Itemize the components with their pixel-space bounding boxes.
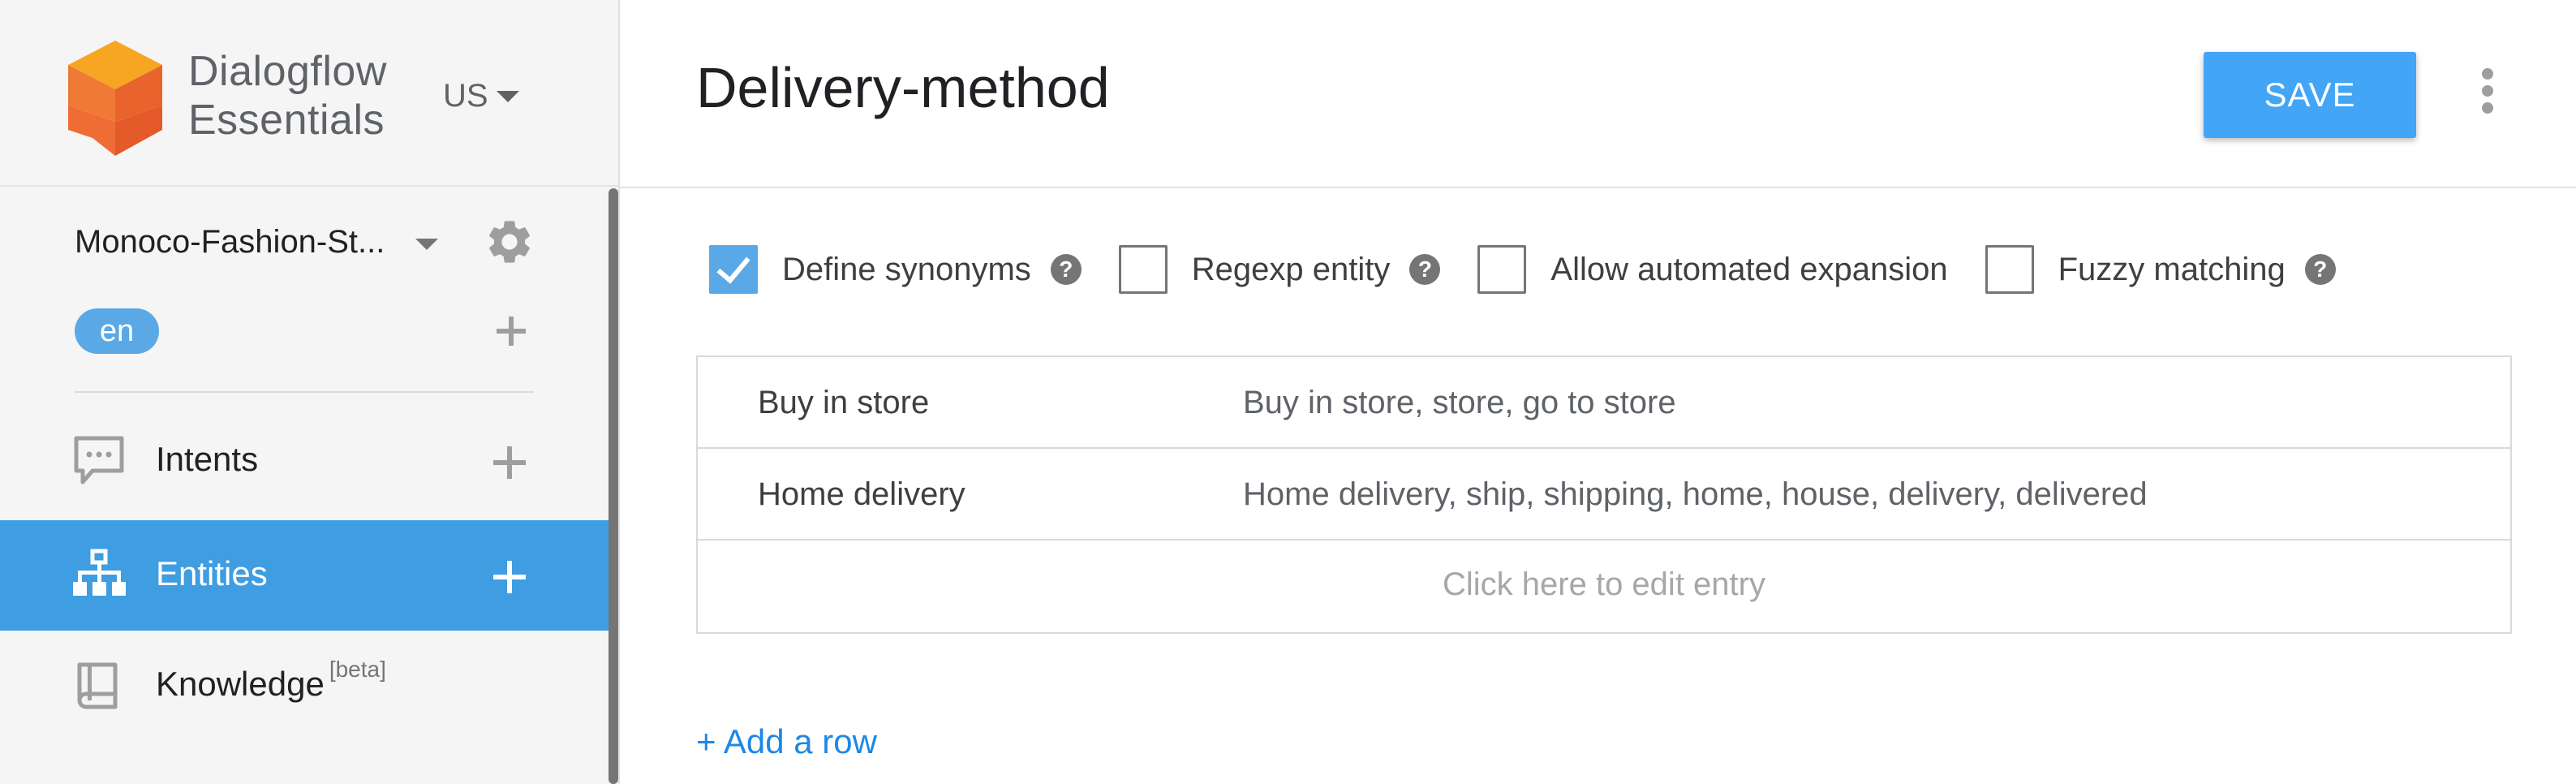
table-row[interactable]: Home delivery Home delivery, ship, shipp…: [698, 449, 2510, 541]
sidebar-item-knowledge[interactable]: Knowledge [beta]: [0, 631, 609, 741]
option-label: Fuzzy matching: [2058, 251, 2286, 287]
help-icon[interactable]: ?: [1409, 254, 1441, 285]
option-label: Allow automated expansion: [1550, 251, 1948, 287]
save-button[interactable]: SAVE: [2204, 52, 2416, 138]
reference-value[interactable]: Buy in store: [758, 357, 929, 449]
table-row[interactable]: Buy in store Buy in store, store, go to …: [698, 357, 2510, 449]
entity-options: Define synonyms ? Regexp entity ? Allow …: [709, 243, 2373, 295]
synonyms-value[interactable]: Buy in store, store, go to store: [1243, 357, 1676, 449]
sidebar-item-intents[interactable]: Intents: [0, 406, 609, 516]
chat-bubble-icon: [74, 436, 124, 485]
reference-value[interactable]: Home delivery: [758, 449, 965, 541]
language-chip[interactable]: en: [75, 308, 159, 354]
define-synonyms-option[interactable]: Define synonyms ?: [709, 245, 1082, 294]
page-title[interactable]: Delivery-method: [696, 55, 1110, 120]
automated-expansion-option[interactable]: Allow automated expansion: [1477, 245, 1948, 294]
beta-badge: [beta]: [329, 657, 386, 682]
product-name-line1: Dialogflow: [188, 48, 387, 95]
sidebar-item-label: Intents: [156, 440, 259, 478]
product-name: Dialogflow Essentials: [188, 47, 387, 144]
fuzzy-matching-option[interactable]: Fuzzy matching ?: [1985, 245, 2336, 294]
automated-expansion-checkbox[interactable]: [1477, 245, 1527, 294]
add-intent-icon[interactable]: [490, 443, 529, 482]
sidebar-item-label: Knowledge [beta]: [156, 657, 386, 704]
knowledge-label: Knowledge: [156, 665, 325, 703]
gear-icon[interactable]: [484, 216, 535, 268]
sidebar-header: Dialogflow Essentials US: [0, 0, 618, 187]
regexp-entity-checkbox[interactable]: [1118, 245, 1168, 294]
add-language-icon[interactable]: [493, 313, 529, 349]
hierarchy-icon: [73, 549, 126, 596]
option-label: Regexp entity: [1191, 251, 1391, 287]
product-name-line2: Essentials: [188, 97, 385, 144]
define-synonyms-checkbox[interactable]: [709, 245, 758, 294]
sidebar-scrollbar[interactable]: [609, 188, 618, 784]
fuzzy-matching-checkbox[interactable]: [1985, 245, 2034, 294]
chevron-down-icon: [496, 90, 519, 102]
entries-table: Buy in store Buy in store, store, go to …: [696, 355, 2512, 634]
region-label: US: [443, 78, 488, 114]
new-entry-row[interactable]: Click here to edit entry: [698, 541, 2510, 632]
sidebar-item-entities[interactable]: Entities: [0, 520, 609, 631]
sidebar-divider: [75, 391, 534, 393]
sidebar: Dialogflow Essentials US Monoco-Fashion-…: [0, 0, 620, 784]
add-row-link[interactable]: + Add a row: [696, 722, 877, 761]
regexp-entity-option[interactable]: Regexp entity ?: [1118, 245, 1441, 294]
page-header: Delivery-method SAVE: [620, 0, 2576, 188]
add-entity-icon[interactable]: [490, 558, 529, 597]
agent-selector[interactable]: Monoco-Fashion-St...: [75, 218, 545, 266]
region-selector[interactable]: US: [443, 78, 519, 114]
sidebar-item-label: Entities: [156, 554, 268, 592]
new-entry-placeholder[interactable]: Click here to edit entry: [698, 541, 2510, 628]
help-icon[interactable]: ?: [1050, 254, 1082, 285]
dialogflow-logo-icon[interactable]: [68, 41, 162, 156]
synonyms-value[interactable]: Home delivery, ship, shipping, home, hou…: [1243, 449, 2148, 541]
agent-name: Monoco-Fashion-St...: [75, 223, 385, 260]
option-label: Define synonyms: [782, 251, 1031, 287]
book-icon: [77, 662, 118, 709]
more-options-icon[interactable]: [2478, 68, 2497, 117]
chevron-down-icon[interactable]: [415, 239, 438, 250]
help-icon[interactable]: ?: [2304, 254, 2336, 285]
